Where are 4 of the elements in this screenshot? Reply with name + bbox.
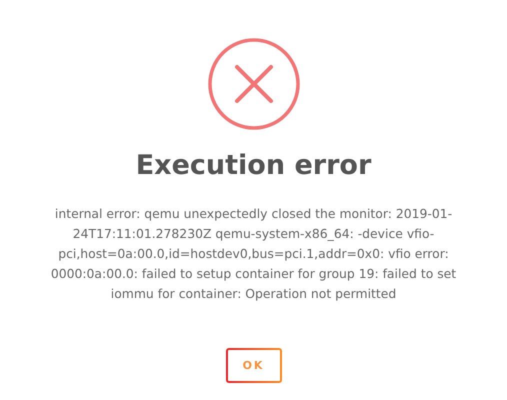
- ok-button[interactable]: OK: [226, 348, 282, 383]
- dialog-title: Execution error: [136, 149, 372, 183]
- error-icon: [208, 38, 300, 130]
- error-message: internal error: qemu unexpectedly closed the monitor: 2019-01-24T17:11:01.278230Z qemu-system-x86_64: -device vfio-pci,host=0a:00.0,id=hostdev0,bus=pci.1,addr=0x0: vfio error: 0000:0a:00.0: failed to setup container for group 19: failed to set iommu for container: Operation not permitted: [50, 205, 458, 303]
